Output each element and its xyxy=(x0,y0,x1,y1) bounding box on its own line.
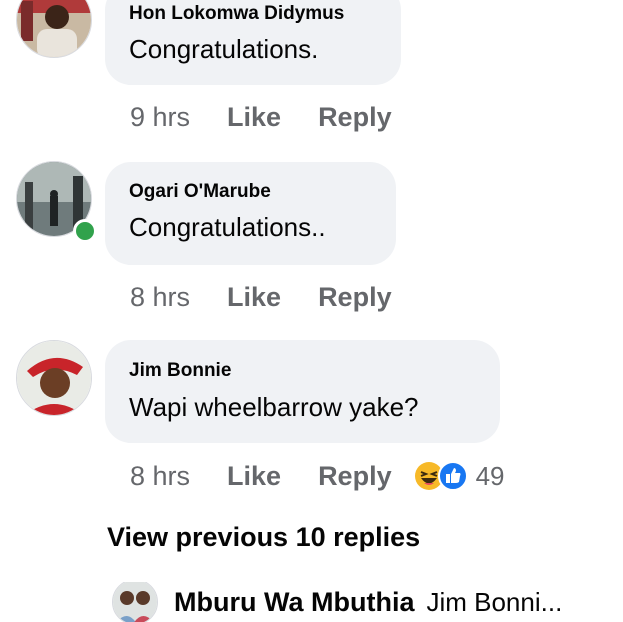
comment-actions: 9 hrs Like Reply xyxy=(130,99,392,135)
avatar[interactable] xyxy=(16,0,92,58)
comment-bubble: Hon Lokomwa Didymus Congratulations. xyxy=(105,0,401,85)
comment-text: Wapi wheelbarrow yake? xyxy=(129,392,419,422)
reply-author[interactable]: Mburu Wa Mbuthia xyxy=(174,587,414,618)
profile-photo-icon xyxy=(17,341,91,415)
profile-photo-icon xyxy=(17,0,91,57)
comment-text: Congratulations. xyxy=(129,34,319,64)
reply-text: Jim Bonni... xyxy=(426,586,563,617)
reactions-summary[interactable]: 49 xyxy=(414,461,505,492)
online-status-icon xyxy=(73,219,97,243)
reply-button[interactable]: Reply xyxy=(318,102,392,133)
avatar[interactable] xyxy=(16,340,92,416)
comment-time[interactable]: 9 hrs xyxy=(130,102,190,133)
comment-time[interactable]: 8 hrs xyxy=(130,461,190,492)
comment-author[interactable]: Jim Bonnie xyxy=(129,360,231,382)
like-button[interactable]: Like xyxy=(227,282,281,313)
like-reaction-icon xyxy=(437,461,468,491)
comment-bubble: Jim Bonnie Wapi wheelbarrow yake? xyxy=(105,340,500,443)
reply-preview[interactable]: Mburu Wa Mbuthia Jim Bonni... xyxy=(112,582,623,622)
comment-actions: 8 hrs Like Reply xyxy=(130,279,392,315)
comment-time[interactable]: 8 hrs xyxy=(130,282,190,313)
comment-text: Congratulations.. xyxy=(129,212,326,242)
reply-button[interactable]: Reply xyxy=(318,461,392,492)
reply-button[interactable]: Reply xyxy=(318,282,392,313)
view-previous-replies-link[interactable]: View previous 10 replies xyxy=(107,522,420,553)
reaction-count: 49 xyxy=(475,460,505,491)
profile-photo-icon xyxy=(113,582,157,622)
comment-actions: 8 hrs Like Reply 49 xyxy=(130,458,505,494)
comment-author[interactable]: Ogari O'Marube xyxy=(129,181,271,203)
like-button[interactable]: Like xyxy=(227,461,281,492)
like-button[interactable]: Like xyxy=(227,102,281,133)
avatar[interactable] xyxy=(112,582,158,622)
comment-bubble: Ogari O'Marube Congratulations.. xyxy=(105,162,396,265)
comment-author[interactable]: Hon Lokomwa Didymus xyxy=(129,3,344,25)
